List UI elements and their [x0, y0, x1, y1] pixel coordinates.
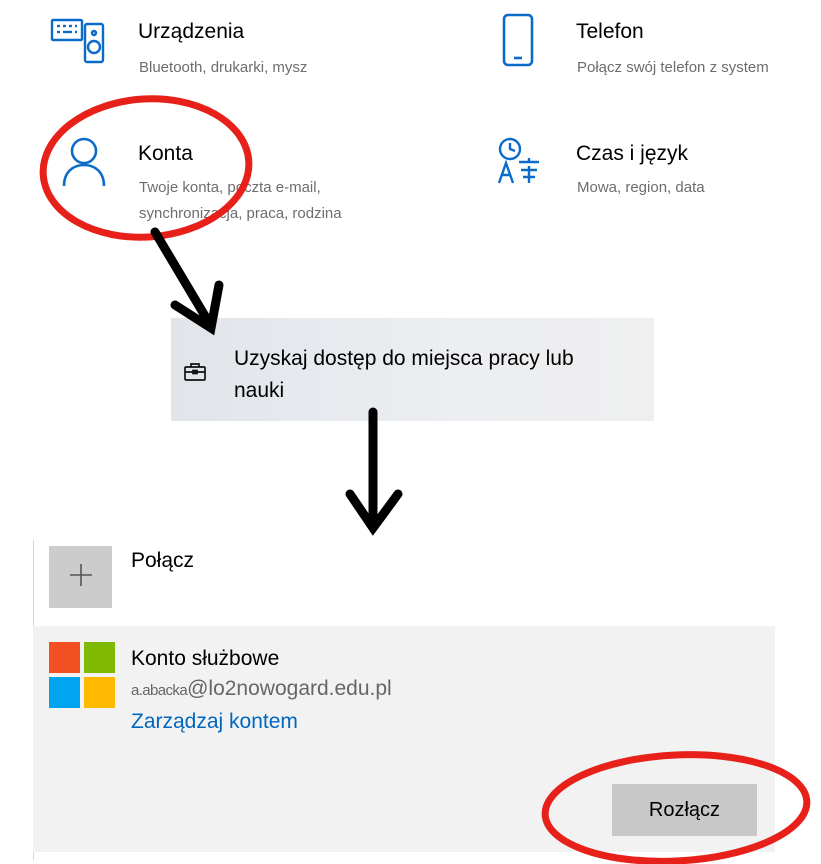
manage-account-link[interactable]: Zarządzaj kontem — [131, 710, 298, 734]
user-icon — [61, 136, 107, 193]
account-email: a.abacka@lo2nowogard.edu.pl — [131, 677, 392, 701]
account-title: Konto służbowe — [131, 647, 280, 670]
access-work-school-line-1: Uzyskaj dostęp do miejsca pracy lub — [234, 347, 574, 370]
arrow-to-account-panel — [345, 407, 403, 536]
tile-accounts-subtitle-2: synchronizacja, praca, rodzina — [139, 205, 342, 222]
access-work-school-line-2: nauki — [234, 379, 285, 402]
tile-accounts-title: Konta — [138, 142, 193, 165]
microsoft-logo — [49, 642, 115, 708]
access-work-school-item[interactable]: Uzyskaj dostęp do miejsca pracy lub nauk… — [171, 318, 654, 421]
connect-button[interactable] — [49, 546, 112, 608]
tile-time-language-title: Czas i język — [576, 142, 689, 165]
connect-label: Połącz — [131, 549, 195, 572]
account-email-domain: @lo2nowogard.edu.pl — [187, 677, 392, 700]
tile-phone-title: Telefon — [576, 20, 644, 43]
briefcase-icon — [183, 362, 207, 387]
logo-yellow-square — [84, 677, 115, 708]
tile-devices-subtitle: Bluetooth, drukarki, mysz — [139, 59, 308, 76]
tile-accounts-subtitle-1: Twoje konta, poczta e-mail, — [139, 179, 321, 196]
account-email-user: a.abacka — [131, 682, 188, 699]
devices-icon — [49, 14, 107, 71]
logo-red-square — [49, 642, 80, 673]
logo-green-square — [84, 642, 115, 673]
phone-icon — [500, 12, 536, 73]
arrow-to-access-item — [150, 227, 224, 336]
tile-devices-title: Urządzenia — [138, 20, 245, 43]
plus-icon — [68, 562, 94, 593]
tile-phone-subtitle: Połącz swój telefon z system — [577, 59, 769, 76]
logo-blue-square — [49, 677, 80, 708]
disconnect-button[interactable]: Rozłącz — [612, 784, 757, 836]
tile-time-language-subtitle: Mowa, region, data — [577, 179, 705, 196]
time-language-icon — [495, 136, 547, 191]
